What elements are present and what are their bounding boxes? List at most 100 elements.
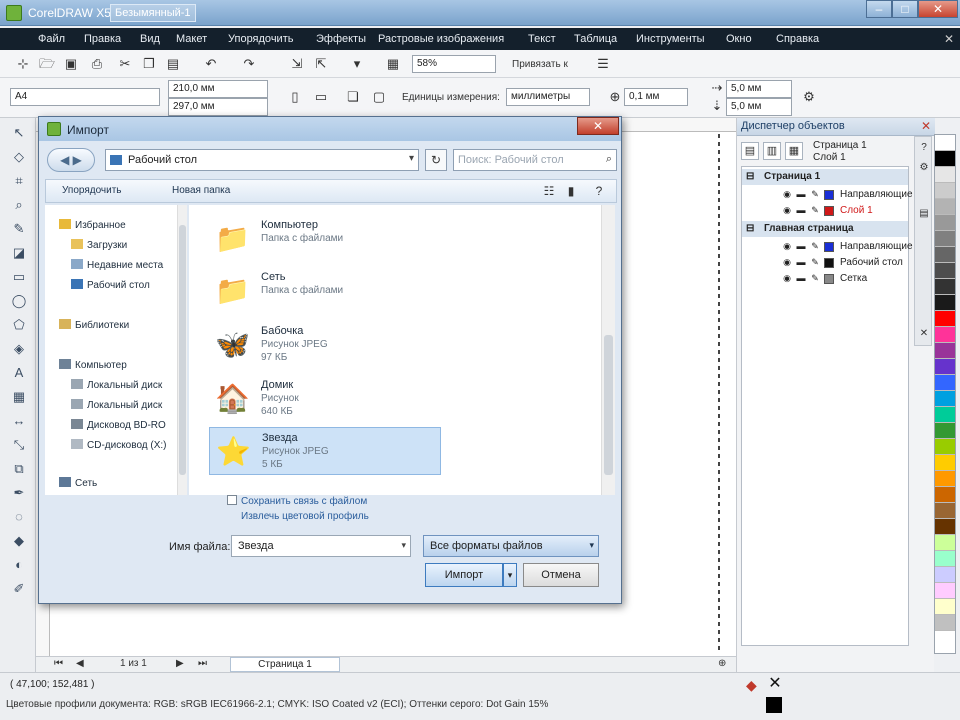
last-page-icon[interactable]: ⏭ <box>198 658 207 669</box>
pencil-icon[interactable]: ✎ <box>810 205 820 215</box>
zoom-navigator-icon[interactable]: ⊕ <box>718 658 726 669</box>
options-icon[interactable]: ☰ <box>594 55 612 73</box>
properties-tab-icon[interactable]: ⚙ <box>917 161 931 175</box>
eye-icon[interactable]: ◉ <box>782 257 792 267</box>
print-icon[interactable]: ▬ <box>796 189 806 199</box>
connector-tool-icon[interactable]: ⤡ <box>10 436 28 454</box>
basic-shapes-icon[interactable]: ◈ <box>10 340 28 358</box>
address-bar[interactable]: Рабочий стол ▾ <box>105 149 419 171</box>
ellipse-tool-icon[interactable]: ◯ <box>10 292 28 310</box>
address-dropdown-icon[interactable]: ▾ <box>409 153 414 164</box>
palette-swatch[interactable] <box>935 615 955 631</box>
nav-libraries[interactable]: Библиотеки <box>59 319 129 331</box>
navigation-scrollbar[interactable] <box>177 205 187 495</box>
pick-tool-icon[interactable]: ↖ <box>10 124 28 142</box>
landscape-icon[interactable]: ▭ <box>312 88 330 106</box>
tree-master-desktop[interactable]: ◉ ▬ ✎ Рабочий стол <box>742 255 908 271</box>
maintain-link-option[interactable]: Сохранить связь с файлом <box>227 495 367 507</box>
eye-icon[interactable]: ◉ <box>782 205 792 215</box>
print-icon[interactable]: ▬ <box>796 205 806 215</box>
file-item-network[interactable]: 📁 Сеть Папка с файлами <box>209 267 441 315</box>
file-item-computer[interactable]: 📁 Компьютер Папка с файлами <box>209 215 441 263</box>
no-outline-icon[interactable]: ✕ <box>766 675 784 693</box>
import-icon[interactable]: ⇲ <box>288 55 306 73</box>
help-icon[interactable]: ? <box>590 183 608 199</box>
palette-swatch[interactable] <box>935 519 955 535</box>
cut-icon[interactable]: ✂ <box>116 55 134 73</box>
open-icon[interactable]: 🗁 <box>38 55 56 73</box>
palette-swatch[interactable] <box>935 311 955 327</box>
palette-swatch[interactable] <box>935 279 955 295</box>
new-document-icon[interactable]: ⊹ <box>14 55 32 73</box>
menu-help[interactable]: Справка <box>776 33 819 45</box>
previous-page-icon[interactable]: ◀ <box>76 658 84 669</box>
snap-to-dropdown[interactable]: Привязать к <box>512 59 568 70</box>
close-window-button[interactable]: ✕ <box>918 0 958 18</box>
palette-swatch[interactable] <box>935 455 955 471</box>
palette-swatch[interactable] <box>935 375 955 391</box>
file-type-dropdown-icon[interactable]: ▾ <box>589 540 594 551</box>
paste-icon[interactable]: ▤ <box>164 55 182 73</box>
pencil-icon[interactable]: ✎ <box>810 241 820 251</box>
interactive-fill-icon[interactable]: ◐ <box>10 556 28 574</box>
eye-icon[interactable]: ◉ <box>782 273 792 283</box>
print-icon[interactable]: ▬ <box>796 241 806 251</box>
palette-swatch[interactable] <box>935 551 955 567</box>
palette-swatch[interactable] <box>935 391 955 407</box>
palette-swatch[interactable] <box>935 407 955 423</box>
file-item-butterfly[interactable]: 🦋 Бабочка Рисунок JPEG 97 КБ <box>209 321 441 369</box>
palette-swatch[interactable] <box>935 487 955 503</box>
nav-local-disk-1[interactable]: Локальный диск <box>71 379 162 391</box>
checkbox[interactable] <box>227 495 237 505</box>
application-launcher-icon[interactable]: ▾ <box>348 55 366 73</box>
text-tool-icon[interactable]: A <box>10 364 28 382</box>
palette-swatch[interactable] <box>935 295 955 311</box>
palette-swatch[interactable] <box>935 599 955 615</box>
export-icon[interactable]: ⇱ <box>312 55 330 73</box>
palette-swatch[interactable] <box>935 471 955 487</box>
object-manager-tab-icon[interactable]: ▤ <box>917 207 931 221</box>
nav-bd-drive[interactable]: Дисковод BD-RO <box>71 419 166 431</box>
tree-layer-1[interactable]: ◉ ▬ ✎ Слой 1 <box>742 203 908 219</box>
eye-icon[interactable]: ◉ <box>782 189 792 199</box>
outline-tool-icon[interactable]: ◌ <box>10 508 28 526</box>
hints-tab-icon[interactable]: ? <box>917 141 931 155</box>
palette-swatch[interactable] <box>935 567 955 583</box>
file-list-scrollbar[interactable] <box>601 205 615 495</box>
nav-desktop[interactable]: Рабочий стол <box>71 279 150 291</box>
palette-swatch[interactable] <box>935 423 955 439</box>
file-type-select[interactable]: Все форматы файлов ▾ <box>423 535 599 557</box>
file-item-house[interactable]: 🏠 Домик Рисунок 640 КБ <box>209 375 441 423</box>
document-title[interactable]: Безымянный-1 <box>110 4 196 22</box>
zoom-levels-select[interactable]: 58% <box>412 55 496 73</box>
expand-icon[interactable]: ⊟ <box>746 171 754 182</box>
nudge-distance-input[interactable]: 0,1 мм <box>624 88 688 106</box>
save-icon[interactable]: ▣ <box>62 55 80 73</box>
eye-icon[interactable]: ◉ <box>782 241 792 251</box>
polygon-tool-icon[interactable]: ⬠ <box>10 316 28 334</box>
color-profile-info[interactable]: Цветовые профили документа: RGB: sRGB IE… <box>6 699 548 710</box>
current-page-icon[interactable]: ▢ <box>370 88 388 106</box>
table-tool-icon[interactable]: ▦ <box>10 388 28 406</box>
menu-text[interactable]: Текст <box>528 33 556 45</box>
welcome-screen-icon[interactable]: ▦ <box>384 55 402 73</box>
preview-pane-icon[interactable]: ▮ <box>562 183 580 199</box>
menu-tools[interactable]: Инструменты <box>636 33 705 45</box>
page-width-input[interactable]: 210,0 мм <box>168 80 268 98</box>
units-select[interactable]: миллиметры <box>506 88 590 106</box>
file-name-dropdown-icon[interactable]: ▾ <box>401 540 406 551</box>
dialog-close-button[interactable]: ✕ <box>577 117 619 135</box>
extract-profile-option[interactable]: Извлечь цветовой профиль <box>241 511 369 522</box>
zoom-tool-icon[interactable]: ⌕ <box>10 196 28 214</box>
menu-view[interactable]: Вид <box>140 33 160 45</box>
refresh-icon[interactable]: ↻ <box>425 149 447 171</box>
dimension-tool-icon[interactable]: ↔ <box>10 412 28 430</box>
palette-swatch[interactable] <box>935 327 955 343</box>
organize-button[interactable]: Упорядочить <box>62 185 122 196</box>
palette-swatch[interactable] <box>935 503 955 519</box>
undo-icon[interactable]: ↶ <box>202 55 220 73</box>
import-options-dropdown-icon[interactable]: ▾ <box>503 563 517 587</box>
fill-color-icon[interactable]: ◆ <box>746 677 757 694</box>
maximize-button[interactable]: □ <box>892 0 918 18</box>
nav-recent-places[interactable]: Недавние места <box>71 259 163 271</box>
